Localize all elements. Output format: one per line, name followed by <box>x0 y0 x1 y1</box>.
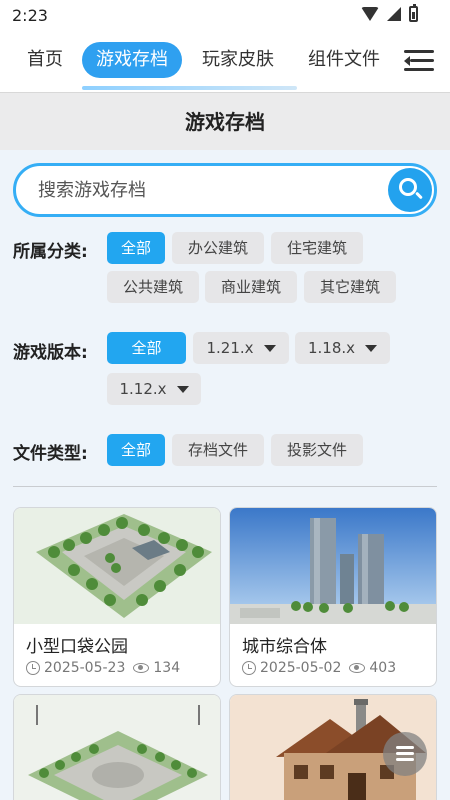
version-filter-label: 游戏版本: <box>13 343 88 363</box>
tab-indicator <box>82 86 297 90</box>
category-chip-other[interactable]: 其它建筑 <box>304 271 396 303</box>
card-meta: 2025-05-23 134 <box>26 660 180 676</box>
card-thumbnail <box>14 695 220 800</box>
card-date: 2025-05-02 <box>260 660 342 676</box>
eye-icon <box>349 663 366 673</box>
wifi-icon <box>361 7 379 21</box>
clock-icon <box>26 661 40 675</box>
eye-icon <box>133 663 150 673</box>
page-title-bar: 游戏存档 <box>0 92 450 150</box>
tab-game-saves[interactable]: 游戏存档 <box>82 42 182 78</box>
card-thumbnail <box>230 508 436 624</box>
status-time: 2:23 <box>12 6 48 25</box>
card-title: 小型口袋公园 <box>26 637 128 657</box>
hamburger-icon <box>396 746 414 749</box>
card-meta: 2025-05-02 403 <box>242 660 396 676</box>
search-button[interactable] <box>388 168 432 212</box>
version-1-12-label: 1.12.x <box>119 380 167 398</box>
category-chip-all[interactable]: 全部 <box>107 232 165 264</box>
top-nav: 首页 游戏存档 玩家皮肤 组件文件 <box>0 32 450 92</box>
tab-component-files[interactable]: 组件文件 <box>294 42 394 78</box>
card-views: 403 <box>369 660 397 676</box>
status-bar: 2:23 <box>0 0 450 32</box>
search-bar <box>13 163 437 217</box>
version-dropdown-1-18[interactable]: 1.18.x <box>295 332 390 364</box>
file-type-chip-all[interactable]: 全部 <box>107 434 165 466</box>
version-1-21-label: 1.21.x <box>206 339 254 357</box>
chevron-down-icon <box>263 345 276 352</box>
card-date: 2025-05-23 <box>44 660 126 676</box>
file-type-filter-label: 文件类型: <box>13 444 88 464</box>
menu-collapse-icon[interactable] <box>404 48 434 74</box>
search-input[interactable] <box>38 174 378 206</box>
save-card[interactable] <box>13 694 221 800</box>
divider <box>13 486 437 487</box>
battery-icon <box>409 4 418 22</box>
category-chip-public[interactable]: 公共建筑 <box>107 271 199 303</box>
category-chip-residential[interactable]: 住宅建筑 <box>271 232 363 264</box>
category-chip-office[interactable]: 办公建筑 <box>172 232 264 264</box>
version-dropdown-1-21[interactable]: 1.21.x <box>193 332 289 364</box>
page-title: 游戏存档 <box>185 110 265 134</box>
file-type-chip-projection[interactable]: 投影文件 <box>271 434 363 466</box>
tab-home[interactable]: 首页 <box>14 42 76 78</box>
tab-player-skins[interactable]: 玩家皮肤 <box>188 42 288 78</box>
file-type-chip-save[interactable]: 存档文件 <box>172 434 264 466</box>
category-filter-label: 所属分类: <box>13 242 88 262</box>
floating-menu-button[interactable] <box>383 732 427 776</box>
save-card[interactable]: 小型口袋公园 2025-05-23 134 <box>13 507 221 687</box>
card-views: 134 <box>153 660 181 676</box>
save-card[interactable]: 城市综合体 2025-05-02 403 <box>229 507 437 687</box>
chevron-down-icon <box>365 345 378 352</box>
version-chip-all[interactable]: 全部 <box>107 332 186 364</box>
version-1-18-label: 1.18.x <box>307 339 356 357</box>
card-thumbnail <box>14 508 220 624</box>
status-icons <box>361 4 418 22</box>
chevron-down-icon <box>176 386 189 393</box>
version-dropdown-1-12[interactable]: 1.12.x <box>107 373 201 405</box>
clock-icon <box>242 661 256 675</box>
card-title: 城市综合体 <box>242 637 327 657</box>
signal-icon <box>387 7 401 21</box>
category-chip-commercial[interactable]: 商业建筑 <box>205 271 297 303</box>
